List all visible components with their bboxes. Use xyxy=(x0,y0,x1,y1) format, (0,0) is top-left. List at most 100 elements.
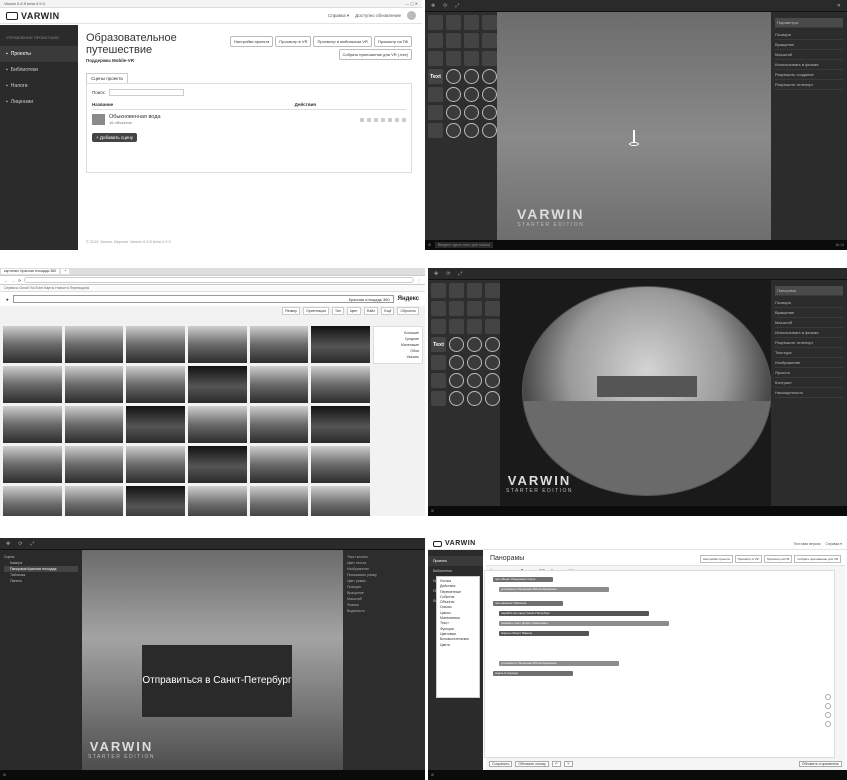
image-result[interactable] xyxy=(188,326,247,363)
inspector-row[interactable]: Яркость xyxy=(775,368,843,378)
forward-icon[interactable]: → xyxy=(11,278,15,283)
share-icon[interactable] xyxy=(381,117,385,122)
library-object-tile[interactable] xyxy=(449,355,464,370)
inspector-row[interactable]: Видимость xyxy=(347,608,421,614)
logic-icon[interactable] xyxy=(367,117,371,122)
copy-icon[interactable] xyxy=(374,117,378,122)
header-button[interactable]: Собрать приложение для VR xyxy=(794,554,841,563)
search-input[interactable]: Красная площадь 360 xyxy=(12,295,394,303)
image-result[interactable] xyxy=(311,406,370,443)
bottom-button[interactable]: ↷ xyxy=(563,760,573,767)
image-result[interactable] xyxy=(311,486,370,516)
image-result[interactable] xyxy=(249,446,309,483)
library-object-tile[interactable] xyxy=(467,301,482,316)
library-object-tile[interactable] xyxy=(485,337,500,352)
search-engine-logo[interactable]: Яндекс xyxy=(398,296,419,302)
image-result[interactable] xyxy=(249,326,309,363)
library-object-tile[interactable] xyxy=(431,301,446,316)
library-object-tile[interactable] xyxy=(464,87,479,102)
header-button[interactable]: Настройки проекта xyxy=(700,554,733,563)
teleport-sign[interactable]: Отправиться в Санкт-Петербург xyxy=(142,645,292,717)
image-result[interactable] xyxy=(126,406,185,443)
library-object-tile[interactable] xyxy=(449,391,464,406)
image-result[interactable] xyxy=(311,326,370,363)
bottom-button[interactable]: ↶ xyxy=(551,760,561,767)
library-object-tile[interactable] xyxy=(449,283,464,298)
library-object-tile[interactable] xyxy=(467,391,482,406)
library-object-tile[interactable] xyxy=(446,69,461,84)
filter-button[interactable]: Тип xyxy=(331,307,344,315)
library-object-tile[interactable] xyxy=(428,123,443,138)
library-object-tile[interactable] xyxy=(449,319,464,334)
zoom-in-icon[interactable] xyxy=(825,703,831,709)
library-object-tile[interactable] xyxy=(464,123,479,138)
library-object-tile[interactable] xyxy=(446,15,461,30)
zoom-out-icon[interactable] xyxy=(825,712,831,718)
library-object-tile[interactable] xyxy=(485,391,500,406)
image-result[interactable] xyxy=(126,366,185,403)
logic-block[interactable]: при объект Панорама старте xyxy=(493,577,553,582)
browser-tab[interactable]: картинки: Красная площадь 360 xyxy=(1,269,60,274)
library-object-tile[interactable] xyxy=(431,319,446,334)
view-pc-button[interactable]: Просмотр на ПК xyxy=(373,36,412,47)
library-object-tile[interactable] xyxy=(485,283,500,298)
library-object-tile[interactable] xyxy=(431,355,446,370)
library-object-tile[interactable] xyxy=(485,355,500,370)
apply-status[interactable]: Обновить и применить xyxy=(798,760,842,767)
windows-icon[interactable]: ⊞ xyxy=(431,773,434,777)
library-object-tile[interactable] xyxy=(482,123,497,138)
library-object-tile[interactable] xyxy=(485,319,500,334)
library-object-tile[interactable] xyxy=(464,105,479,120)
image-result[interactable] xyxy=(3,366,62,403)
blockly-workspace[interactable]: при объект Панорама старте установить Пан… xyxy=(484,570,835,758)
image-result[interactable] xyxy=(126,326,185,363)
view-vr-button[interactable]: Просмотр в VR xyxy=(275,36,312,47)
inspector-row[interactable]: Разрешить телепорт xyxy=(775,338,843,348)
library-object-tile[interactable] xyxy=(428,51,443,66)
close-icon[interactable]: ✕ xyxy=(837,3,841,9)
url-input[interactable] xyxy=(24,277,414,283)
scale-icon[interactable]: ⤢ xyxy=(458,271,462,277)
delete-icon[interactable] xyxy=(402,117,406,122)
add-scene-button[interactable]: + Добавить сцену xyxy=(92,133,138,142)
help-menu[interactable]: Справка ▾ xyxy=(826,542,842,546)
inspector-row[interactable]: Панорама xyxy=(775,286,843,296)
menu-icon[interactable]: ⋮ xyxy=(417,278,421,283)
edit-icon[interactable] xyxy=(360,117,364,122)
tab-scenes[interactable]: Сцены проекта xyxy=(86,73,128,83)
scene-viewport[interactable]: Отправиться в Санкт-Петербург VARWIN STA… xyxy=(82,550,343,770)
inspector-row[interactable]: Насыщенность xyxy=(775,388,843,398)
build-app-button[interactable]: Собрать приложение для VR (.exe) xyxy=(338,49,412,60)
bookmarks-bar[interactable]: Сервисы Gmail YouTube Карты Новости Пере… xyxy=(0,285,425,292)
library-object-tile[interactable] xyxy=(428,15,443,30)
sidebar-item-libraries[interactable]: ▪ Библиотеки xyxy=(0,62,78,78)
inspector-row[interactable]: Контраст xyxy=(775,378,843,388)
library-object-tile[interactable] xyxy=(482,87,497,102)
rotate-icon[interactable]: ⟳ xyxy=(18,541,22,547)
sidebar-item-projects[interactable]: ▪ Проекты xyxy=(0,46,78,62)
library-object-tile[interactable] xyxy=(446,123,461,138)
library-object-tile[interactable] xyxy=(431,283,446,298)
library-object-tile[interactable] xyxy=(449,301,464,316)
text-object-tile[interactable]: Text xyxy=(428,69,443,84)
image-result[interactable] xyxy=(188,406,247,443)
view-icon[interactable] xyxy=(395,117,399,122)
window-controls[interactable]: — ◻ ✕ xyxy=(405,1,418,6)
block-category[interactable]: Цвета xyxy=(440,643,476,648)
taskbar-search[interactable]: Введите здесь текст для поиска xyxy=(434,242,493,248)
move-icon[interactable]: ✥ xyxy=(431,3,435,9)
library-object-tile[interactable] xyxy=(464,33,479,48)
scene-viewport[interactable]: VARWIN STARTER EDITION xyxy=(500,280,772,506)
logic-block[interactable]: показать текст Добро пожаловать xyxy=(499,621,669,626)
inspector-row[interactable]: Вращение xyxy=(775,40,843,50)
library-object-tile[interactable] xyxy=(467,319,482,334)
library-object-tile[interactable] xyxy=(482,51,497,66)
spawn-ring[interactable] xyxy=(628,141,639,146)
logic-block[interactable]: установить Панорама 360 изображение xyxy=(499,587,609,592)
rotate-icon[interactable]: ⟳ xyxy=(443,3,447,9)
inspector-row[interactable]: Позиция xyxy=(775,298,843,308)
library-object-tile[interactable] xyxy=(482,105,497,120)
inspector-row[interactable]: Текстура xyxy=(775,348,843,358)
library-object-tile[interactable] xyxy=(449,373,464,388)
library-object-tile[interactable] xyxy=(482,33,497,48)
